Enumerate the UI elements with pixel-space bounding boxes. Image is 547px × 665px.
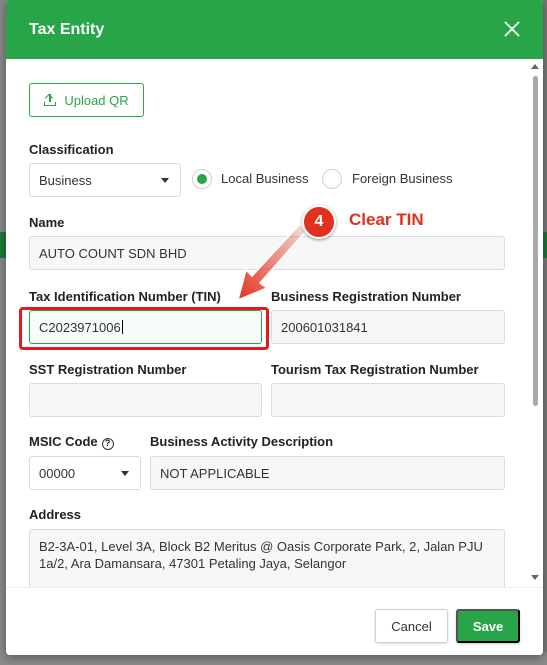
radio-foreign-business-label: Foreign Business [352,171,453,186]
dialog-title: Tax Entity [29,20,105,38]
vertical-scrollbar[interactable] [531,64,539,584]
classification-label: Classification [29,142,114,157]
sst-label: SST Registration Number [29,362,187,377]
scroll-up-icon[interactable] [531,64,539,69]
cancel-button[interactable]: Cancel [375,609,448,643]
business-activity-field[interactable]: NOT APPLICABLE [150,456,505,490]
address-value: B2-3A-01, Level 3A, Block B2 Meritus @ O… [39,539,483,571]
tourism-input[interactable] [271,383,505,417]
step-number-badge: 4 [302,205,336,239]
radio-local-business-label: Local Business [221,171,309,186]
brn-value: 200601031841 [281,319,368,335]
classification-select[interactable]: Business [29,163,181,197]
sst-input[interactable] [29,383,262,417]
radio-foreign-business[interactable] [322,169,342,189]
name-field[interactable]: AUTO COUNT SDN BHD [29,236,505,270]
business-activity-value: NOT APPLICABLE [160,465,270,481]
scroll-down-icon[interactable] [531,575,539,580]
annotation-text: Clear TIN [349,210,424,229]
classification-selected-value: Business [39,172,92,188]
tin-highlight-box [19,307,269,350]
msic-label: MSIC Code? [29,434,114,450]
tin-label: Tax Identification Number (TIN) [29,289,221,304]
chevron-down-icon [161,178,169,183]
close-icon[interactable] [501,18,523,40]
save-button[interactable]: Save [456,609,520,643]
address-label: Address [29,507,82,522]
upload-qr-label: Upload QR [64,92,129,108]
brn-label: Business Registration Number [271,289,461,304]
business-activity-label: Business Activity Description [150,434,334,449]
chevron-down-icon [121,471,129,476]
dialog-header: Tax Entity [6,0,543,59]
name-label: Name [29,215,65,230]
msic-select[interactable]: 00000 [29,456,141,490]
name-value: AUTO COUNT SDN BHD [39,245,187,261]
brn-input[interactable]: 200601031841 [271,310,505,344]
radio-local-business[interactable] [192,169,212,189]
help-icon[interactable]: ? [101,438,114,450]
tourism-label: Tourism Tax Registration Number [271,362,479,377]
msic-label-text: MSIC Code [29,434,98,449]
scrollbar-thumb[interactable] [533,76,538,406]
dialog-footer: Cancel Save [6,587,543,655]
upload-qr-button[interactable]: Upload QR [29,83,144,117]
msic-selected-value: 00000 [39,465,76,481]
upload-icon [44,94,57,106]
address-textarea[interactable]: B2-3A-01, Level 3A, Block B2 Meritus @ O… [29,529,505,587]
